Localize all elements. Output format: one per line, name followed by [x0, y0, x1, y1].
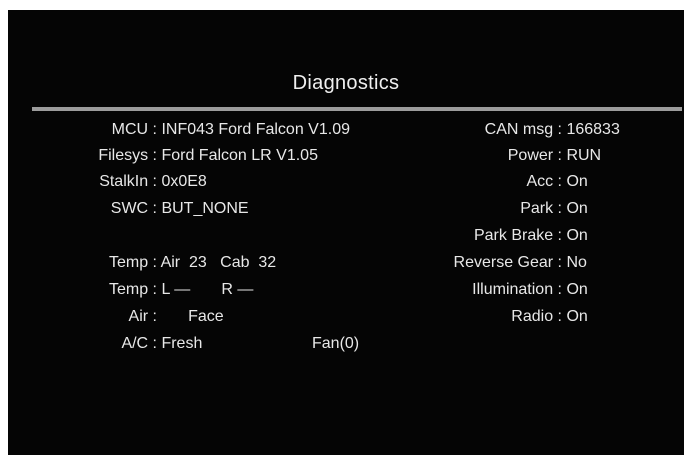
park-brake-label: Park Brake : — [473, 227, 562, 244]
can-msg-label: CAN msg : — [484, 121, 562, 138]
illumination-value: On — [562, 281, 588, 298]
park-brake-value: On — [562, 227, 588, 244]
can-msg-value: 166833 — [562, 121, 620, 138]
ac-label: A/C : — [121, 335, 157, 352]
radio-label: Radio : — [511, 308, 562, 325]
power-label: Power : — [507, 147, 562, 164]
fan-value: Fan(0) — [312, 335, 360, 352]
park-value: On — [562, 200, 588, 217]
radio-value: On — [562, 308, 588, 325]
illumination-label: Illumination : — [472, 281, 562, 298]
page-title: Diagnostics — [292, 72, 400, 94]
title-divider — [32, 107, 682, 111]
reverse-gear-value: No — [562, 254, 587, 271]
acc-value: On — [562, 173, 588, 190]
power-value: RUN — [562, 147, 602, 164]
ac-value: Fresh — [157, 335, 203, 352]
fan-row: Fan(0) — [312, 333, 359, 355]
acc-label: Acc : — [526, 173, 562, 190]
reverse-gear-label: Reverse Gear : — [453, 254, 562, 271]
park-label: Park : — [520, 200, 562, 217]
diagnostics-screen: Diagnostics MCU : INF043 Ford Falcon V1.… — [8, 10, 684, 455]
